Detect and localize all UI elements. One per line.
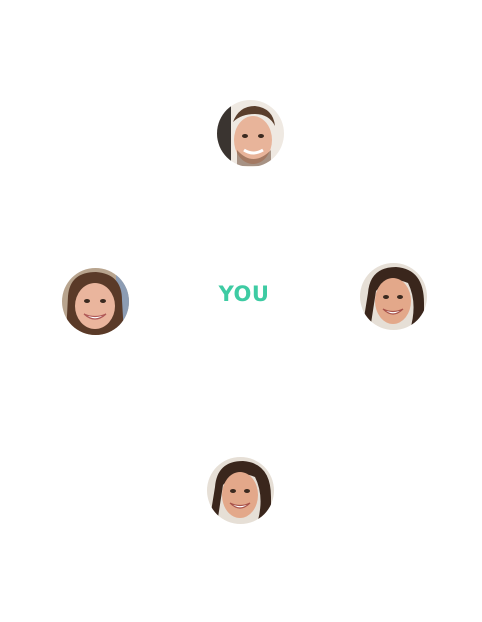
person-avatar-icon [62,268,129,335]
avatar-left[interactable] [62,268,129,335]
avatar-right[interactable] [360,263,427,330]
you-label: YOU [218,282,270,306]
person-avatar-icon [360,263,427,330]
avatar-bottom[interactable] [207,457,274,524]
person-avatar-icon [207,457,274,524]
network-stage: YOU [0,0,482,622]
person-avatar-icon [217,100,284,167]
avatar-top[interactable] [217,100,284,167]
